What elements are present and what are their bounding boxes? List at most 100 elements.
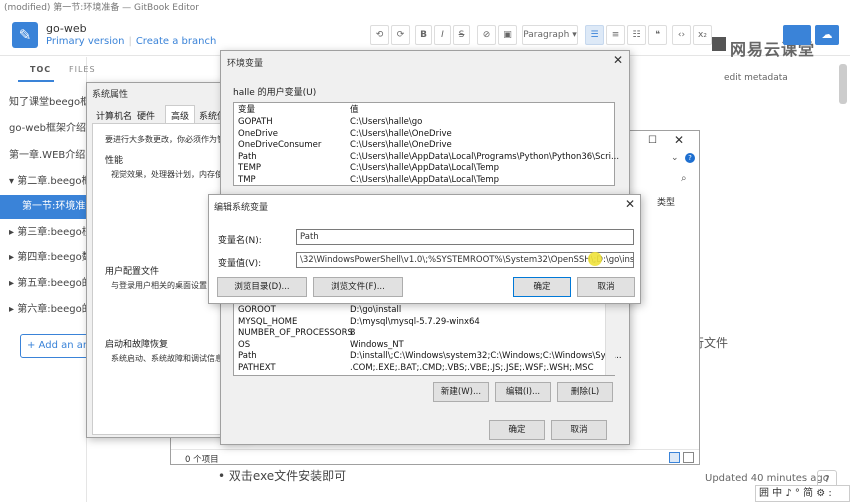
column-type-header[interactable]: 类型	[657, 195, 675, 208]
list-item[interactable]: MYSQL_HOME D:\mysql\mysql-5.7.29-winx64	[234, 317, 600, 329]
list-item[interactable]: GOROOT D:\go\install	[234, 305, 600, 317]
edit-metadata-link[interactable]: edit metadata	[724, 73, 788, 83]
list-item[interactable]: OneDriveConsumer C:\Users\halle\OneDrive	[234, 140, 600, 152]
project-links: Primary version | Create a branch	[46, 36, 217, 47]
tab-files[interactable]: FILES	[69, 65, 96, 74]
chevron-down-icon[interactable]: ▾	[9, 176, 14, 187]
editor-scrollbar[interactable]	[839, 64, 847, 104]
browse-directory-button[interactable]: 浏览目录(D)...	[217, 277, 307, 297]
task-list-button[interactable]: ☷	[627, 25, 646, 45]
list-item[interactable]: Path C:\Users\halle\AppData\Local\Program…	[234, 152, 619, 164]
undo-button[interactable]: ⟲	[370, 25, 389, 45]
chevron-down-icon[interactable]: ⌄	[671, 153, 679, 163]
list-item[interactable]: NUMBER_OF_PROCESSORS 8	[234, 328, 600, 340]
window-title: (modified) 第一节:环境准备 — GitBook Editor	[4, 3, 199, 13]
primary-version-link[interactable]: Primary version	[46, 36, 124, 47]
strikethrough-button[interactable]: S	[453, 25, 470, 45]
user-profile-label: 用户配置文件	[105, 267, 160, 277]
system-vars-list[interactable]: GOROOT D:\go\install MYSQL_HOME D:\mysql\m…	[233, 302, 622, 376]
paragraph-select[interactable]: Paragraph ▾	[522, 25, 578, 45]
list-item[interactable]: OS Windows_NT	[234, 340, 600, 352]
active-tab-indicator	[18, 80, 54, 82]
details-view-icon[interactable]	[669, 452, 680, 463]
tab-toc[interactable]: TOC	[30, 65, 51, 74]
list-item[interactable]: PATHEXT .COM;.EXE;.BAT;.CMD;.VBS;.VBE;.JS…	[234, 363, 600, 375]
sidebar-item-chapter2[interactable]: ▾ 第二章.beego框架	[0, 170, 87, 194]
create-branch-link[interactable]: Create a branch	[136, 36, 216, 47]
edit-system-variable-dialog: 编辑系统变量 ✕ 变量名(N): Path 变量值(V): \32\Window…	[208, 194, 641, 304]
cloud-sync-icon[interactable]: ☁	[815, 25, 839, 45]
list-item[interactable]: TEMP C:\Users\halle\AppData\Local\Temp	[234, 163, 600, 175]
browse-file-button[interactable]: 浏览文件(F)...	[313, 277, 403, 297]
column-value-header[interactable]: 值	[350, 105, 359, 117]
numbered-list-button[interactable]: ≡	[606, 25, 625, 45]
bullet-list-button[interactable]: ☰	[585, 25, 604, 45]
sidebar-item-section1[interactable]: 第一节:环境准备	[0, 195, 87, 219]
edit-variable-button[interactable]: 编辑(I)...	[495, 382, 551, 402]
add-article-button[interactable]: + Add an article	[20, 334, 95, 358]
env-vars-title: 环境变量	[227, 59, 264, 69]
edit-pencil-icon[interactable]: ✎	[12, 22, 38, 48]
help-circle-icon[interactable]: ?	[685, 153, 695, 163]
variable-value-label: 变量值(V):	[218, 259, 262, 269]
mouse-cursor-highlight	[588, 252, 602, 266]
link-button[interactable]: ⊘	[477, 25, 496, 45]
sidebar-item-chapter4[interactable]: ▸ 第四章:beego数据	[0, 246, 87, 270]
sidebar-item-intro[interactable]: 知了课堂beego框架	[0, 91, 87, 115]
explorer-status-bar: 0 个项目	[171, 449, 699, 465]
startup-recovery-text: 系统启动、系统故障和调试信息	[111, 354, 223, 363]
list-item[interactable]: TMP C:\Users\halle\AppData\Local\Temp	[234, 175, 600, 187]
list-item[interactable]: OneDrive C:\Users\halle\OneDrive	[234, 129, 600, 141]
italic-button[interactable]: I	[434, 25, 451, 45]
close-icon[interactable]: ✕	[613, 53, 623, 67]
save-button[interactable]	[783, 25, 811, 45]
variable-value-input[interactable]: \32\WindowsPowerShell\v1.0\;%SYSTEMROOT%…	[296, 252, 634, 268]
edit-var-title: 编辑系统变量	[214, 203, 269, 213]
project-name: go-web	[46, 22, 87, 35]
list-item[interactable]: Path D:\install\;C:\Windows\system32;C:\W…	[234, 351, 622, 363]
variable-name-label: 变量名(N):	[218, 236, 262, 246]
sidebar-item-chapter6[interactable]: ▸ 第六章:beego的	[0, 298, 87, 322]
cancel-button[interactable]: 取消	[577, 277, 635, 297]
list-item[interactable]: GOPATH C:\Users\halle\go	[234, 117, 600, 129]
close-icon[interactable]: ✕	[625, 197, 635, 211]
ok-button[interactable]: 确定	[489, 420, 545, 440]
large-icons-view-icon[interactable]	[683, 452, 694, 463]
sidebar-item-chapter3[interactable]: ▸ 第三章:beego核心	[0, 221, 87, 245]
ime-toolbar[interactable]: 囲 中 ♪ ° 简 ⚙ :	[755, 485, 850, 502]
close-icon[interactable]: ✕	[674, 133, 684, 147]
maximize-icon[interactable]: ☐	[648, 135, 657, 146]
sidebar: TOC FILES 知了课堂beego框架 go-web框架介绍 第一章.WEB…	[0, 57, 95, 502]
redo-button[interactable]: ⟳	[391, 25, 410, 45]
new-variable-button[interactable]: 新建(W)...	[433, 382, 489, 402]
window-title-bar: (modified) 第一节:环境准备 — GitBook Editor	[0, 0, 850, 16]
variable-name-input[interactable]: Path	[296, 229, 634, 245]
delete-variable-button[interactable]: 删除(L)	[557, 382, 613, 402]
code-button[interactable]: ‹›	[672, 25, 691, 45]
editor-bullet-item: • 双击exe文件安装即可	[218, 469, 347, 483]
sidebar-item-chapter1[interactable]: 第一章.WEB介绍	[0, 144, 87, 168]
bold-button[interactable]: B	[415, 25, 432, 45]
search-icon[interactable]: ⌕	[681, 173, 687, 184]
chevron-right-icon[interactable]: ▸	[9, 304, 14, 315]
column-variable-header[interactable]: 变量	[238, 105, 255, 117]
subscript-button[interactable]: x₂	[693, 25, 712, 45]
watermark-logo-icon	[712, 37, 726, 51]
system-vars-scrollbar[interactable]	[605, 303, 615, 375]
tab-hardware[interactable]: 硬件	[137, 109, 155, 122]
chevron-right-icon[interactable]: ▸	[9, 227, 14, 238]
cancel-button[interactable]: 取消	[551, 420, 607, 440]
user-vars-list[interactable]: 变量 值 GOPATH C:\Users\halle\go OneDrive C:\…	[233, 102, 619, 187]
tab-computer-name[interactable]: 计算机名	[96, 109, 132, 122]
image-button[interactable]: ▣	[498, 25, 517, 45]
sidebar-item-go-web[interactable]: go-web框架介绍	[0, 117, 87, 141]
chevron-right-icon[interactable]: ▸	[9, 252, 14, 263]
tab-advanced[interactable]: 高级	[165, 105, 196, 125]
chevron-right-icon[interactable]: ▸	[9, 278, 14, 289]
user-profile-text: 与登录用户相关的桌面设置	[111, 281, 207, 290]
ok-button[interactable]: 确定	[513, 277, 571, 297]
list-header: 变量 值	[234, 105, 614, 117]
sidebar-item-chapter5[interactable]: ▸ 第五章:beego的	[0, 272, 87, 296]
quote-button[interactable]: ❝	[648, 25, 667, 45]
startup-recovery-label: 启动和故障恢复	[105, 340, 169, 350]
